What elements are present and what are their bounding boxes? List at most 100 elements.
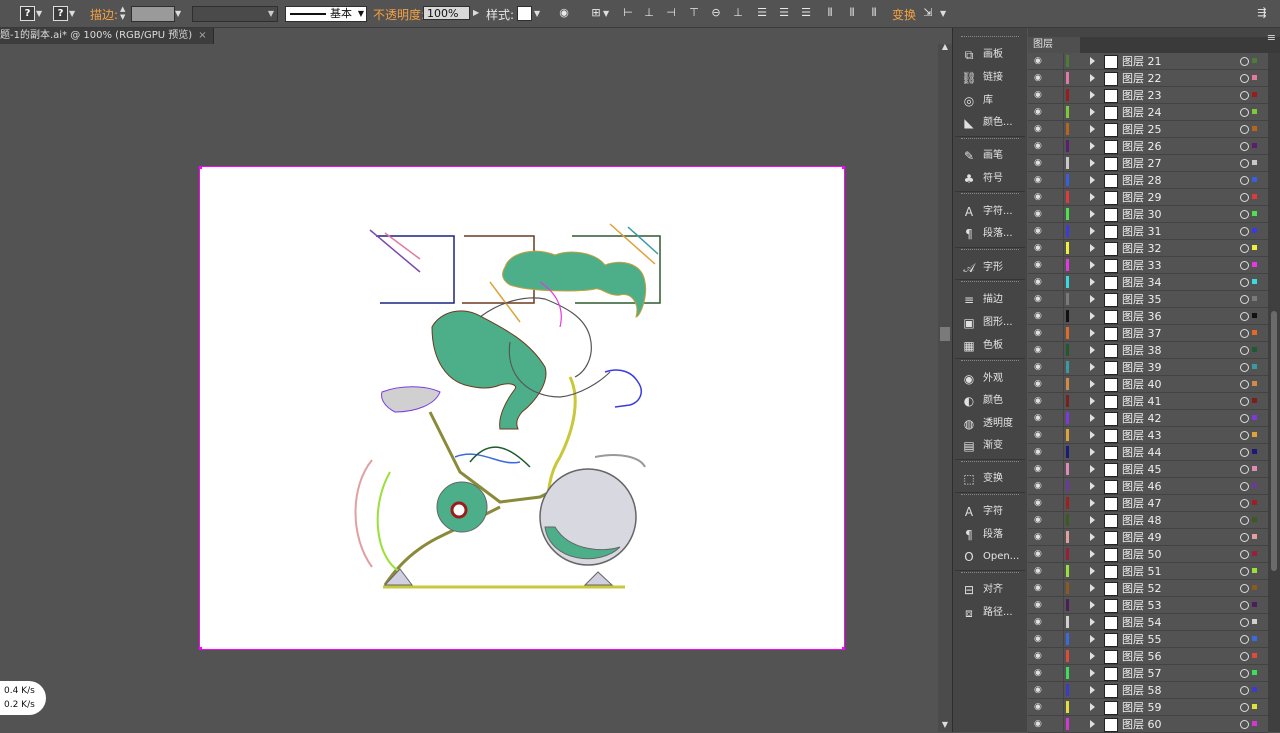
layer-row[interactable]: ◉ 图层 22 [1028,70,1268,87]
target-circle-icon[interactable] [1240,108,1249,117]
layer-name[interactable]: 图层 40 [1122,377,1162,392]
target-circle-icon[interactable] [1240,125,1249,134]
align-horizontal-center-icon[interactable]: ⊥ [643,7,655,19]
dock-item-character-styles[interactable]: A 字符... [959,202,1025,222]
layer-name[interactable]: 图层 24 [1122,105,1162,120]
selection-square[interactable] [1252,636,1257,641]
visibility-eye-icon[interactable]: ◉ [1034,396,1044,406]
selection-square[interactable] [1252,687,1257,692]
selection-square[interactable] [1252,449,1257,454]
distribute-left-icon[interactable]: ⫴ [824,7,836,19]
expand-triangle-icon[interactable] [1090,431,1095,439]
selection-square[interactable] [1252,58,1257,63]
selection-square[interactable] [1252,602,1257,607]
layer-row[interactable]: ◉ 图层 31 [1028,223,1268,240]
dock-item-gradient[interactable]: ▤ 渐变 [959,436,1025,456]
selection-square[interactable] [1252,194,1257,199]
lock-toggle[interactable] [1049,478,1064,494]
expand-triangle-icon[interactable] [1090,176,1095,184]
lock-toggle[interactable] [1049,359,1064,375]
visibility-eye-icon[interactable]: ◉ [1034,651,1044,661]
layer-row[interactable]: ◉ 图层 24 [1028,104,1268,121]
layer-name[interactable]: 图层 57 [1122,666,1162,681]
selection-square[interactable] [1252,670,1257,675]
visibility-eye-icon[interactable]: ◉ [1034,294,1044,304]
align-right-icon[interactable]: ⊣ [665,7,677,19]
layer-name[interactable]: 图层 31 [1122,224,1162,239]
layer-row[interactable]: ◉ 图层 44 [1028,444,1268,461]
visibility-eye-icon[interactable]: ◉ [1034,600,1044,610]
dock-item-color-guide[interactable]: ◣ 颜色... [959,113,1025,133]
target-circle-icon[interactable] [1240,652,1249,661]
target-circle-icon[interactable] [1240,261,1249,270]
expand-triangle-icon[interactable] [1090,74,1095,82]
layer-name[interactable]: 图层 33 [1122,258,1162,273]
stroke-label[interactable]: 描边: [90,6,118,23]
selection-square[interactable] [1252,466,1257,471]
lock-toggle[interactable] [1049,274,1064,290]
target-circle-icon[interactable] [1240,499,1249,508]
layer-row[interactable]: ◉ 图层 56 [1028,648,1268,665]
selection-square[interactable] [1252,415,1257,420]
artboard[interactable] [199,166,845,650]
visibility-eye-icon[interactable]: ◉ [1034,668,1044,678]
variable-width-dropdown-icon[interactable]: ▼ [268,9,274,18]
layer-name[interactable]: 图层 39 [1122,360,1162,375]
dock-item-links[interactable]: ⛓ 链接 [959,68,1025,88]
expand-triangle-icon[interactable] [1090,193,1095,201]
layer-row[interactable]: ◉ 图层 55 [1028,631,1268,648]
lock-toggle[interactable] [1049,393,1064,409]
layer-row[interactable]: ◉ 图层 42 [1028,410,1268,427]
dock-item-transform[interactable]: ⬚ 变换 [959,469,1025,489]
visibility-eye-icon[interactable]: ◉ [1034,413,1044,423]
layer-row[interactable]: ◉ 图层 26 [1028,138,1268,155]
expand-triangle-icon[interactable] [1090,720,1095,728]
fill-dropdown-icon[interactable]: ▼ [36,9,42,18]
artwork-illustration[interactable] [200,167,844,649]
target-circle-icon[interactable] [1240,720,1249,729]
dock-item-brushes[interactable]: ✎ 画笔 [959,146,1025,166]
graphic-style-swatch[interactable] [517,6,532,21]
target-circle-icon[interactable] [1240,397,1249,406]
visibility-eye-icon[interactable]: ◉ [1034,481,1044,491]
lock-toggle[interactable] [1049,427,1064,443]
target-circle-icon[interactable] [1240,380,1249,389]
expand-triangle-icon[interactable] [1090,482,1095,490]
stroke-weight-field[interactable] [131,6,175,22]
expand-triangle-icon[interactable] [1090,125,1095,133]
expand-triangle-icon[interactable] [1090,295,1095,303]
lock-toggle[interactable] [1049,70,1064,86]
dock-group-grip[interactable] [961,461,1019,464]
layer-name[interactable]: 图层 27 [1122,156,1162,171]
visibility-eye-icon[interactable]: ◉ [1034,685,1044,695]
expand-triangle-icon[interactable] [1090,397,1095,405]
expand-triangle-icon[interactable] [1090,550,1095,558]
layer-name[interactable]: 图层 29 [1122,190,1162,205]
layer-row[interactable]: ◉ 图层 39 [1028,359,1268,376]
layer-row[interactable]: ◉ 图层 33 [1028,257,1268,274]
visibility-eye-icon[interactable]: ◉ [1034,73,1044,83]
stroke-weight-stepper[interactable]: ▲ ▼ [120,5,130,21]
expand-triangle-icon[interactable] [1090,448,1095,456]
layer-name[interactable]: 图层 32 [1122,241,1162,256]
selection-square[interactable] [1252,177,1257,182]
dock-item-libraries[interactable]: ◎ 库 [959,91,1025,111]
scroll-down-icon[interactable]: ▼ [940,720,950,729]
dock-item-stroke[interactable]: ≡ 描边 [959,290,1025,310]
lock-toggle[interactable] [1049,308,1064,324]
target-circle-icon[interactable] [1240,465,1249,474]
lock-toggle[interactable] [1049,495,1064,511]
lock-toggle[interactable] [1049,682,1064,698]
lock-toggle[interactable] [1049,376,1064,392]
lock-toggle[interactable] [1049,410,1064,426]
expand-triangle-icon[interactable] [1090,57,1095,65]
lock-toggle[interactable] [1049,223,1064,239]
layer-row[interactable]: ◉ 图层 32 [1028,240,1268,257]
brush-definition-field[interactable]: 基本 ▼ [285,6,367,22]
expand-triangle-icon[interactable] [1090,244,1095,252]
dock-item-transparency[interactable]: ◍ 透明度 [959,414,1025,434]
layer-row[interactable]: ◉ 图层 60 [1028,716,1268,733]
selection-square[interactable] [1252,126,1257,131]
layer-row[interactable]: ◉ 图层 48 [1028,512,1268,529]
visibility-eye-icon[interactable]: ◉ [1034,124,1044,134]
